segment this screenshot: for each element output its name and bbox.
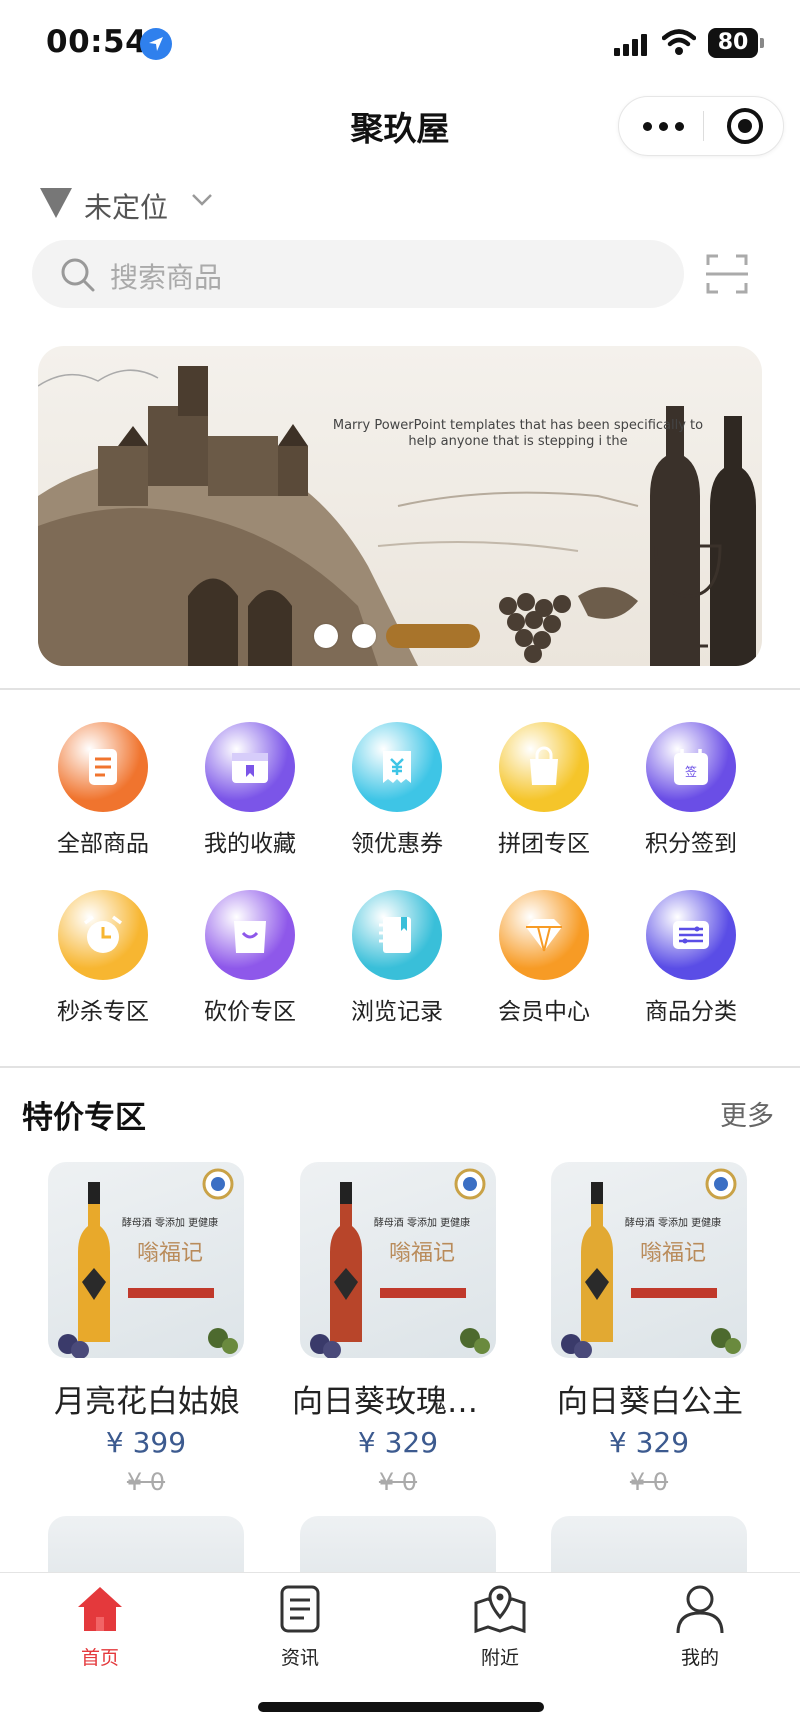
battery-icon: 80 (708, 28, 764, 58)
product-brand-text: 嗡福记 (640, 1241, 706, 1266)
user-icon (676, 1585, 724, 1634)
more-icon[interactable] (633, 97, 699, 155)
diamond-icon (499, 890, 589, 980)
close-mini-program-icon[interactable] (727, 108, 763, 144)
status-bar: 00:54 80 (0, 0, 800, 88)
product-card-peek[interactable] (551, 1516, 747, 1576)
section-divider (0, 1066, 800, 1068)
list-icon (58, 722, 148, 812)
home-icon (78, 1587, 122, 1631)
tab-nearby[interactable]: 附近 (400, 1583, 600, 1673)
sign-in-calendar-icon: 签 (646, 722, 736, 812)
grid-item-6[interactable]: 秒杀专区 (30, 890, 176, 1040)
scan-icon[interactable] (706, 252, 748, 296)
location-arrow-icon (140, 28, 172, 60)
product-slogan-text: 酵母酒 零添加 更健康 (122, 1216, 218, 1229)
product-image[interactable]: 嗡福记 酵母酒 零添加 更健康 (48, 1162, 244, 1358)
product-original-price: ¥ 0 (126, 1468, 166, 1496)
grid-label: 秒杀专区 (57, 999, 149, 1025)
section-divider (0, 688, 800, 690)
grid-label: 领优惠券 (351, 831, 443, 857)
grid-label: 浏览记录 (351, 999, 443, 1025)
grid-item-4[interactable]: 拼团专区 (471, 722, 617, 872)
nav-bar: 聚玖屋 (0, 88, 800, 160)
grid-label: 拼团专区 (498, 831, 590, 857)
product-slogan-text: 酵母酒 零添加 更健康 (625, 1216, 721, 1229)
news-icon (280, 1585, 320, 1633)
grid-item-8[interactable]: 浏览记录 (324, 890, 470, 1040)
grid-label: 商品分类 (645, 999, 737, 1025)
product-original-price: ¥ 0 (629, 1468, 669, 1496)
location-text: 未定位 (84, 191, 169, 224)
search-icon (60, 257, 96, 297)
grid-label: 会员中心 (498, 999, 590, 1025)
mini-program-capsule (618, 96, 784, 156)
product-brand-text: 嗡福记 (389, 1241, 455, 1266)
grid-item-9[interactable]: 会员中心 (471, 890, 617, 1040)
map-pin-icon (474, 1585, 526, 1634)
product-slogan-text: 酵母酒 零添加 更健康 (374, 1216, 470, 1229)
product-card-peek[interactable] (300, 1516, 496, 1576)
home-indicator (258, 1702, 544, 1712)
product-name[interactable]: 向日葵白公主 (543, 1376, 757, 1421)
grid-item-7[interactable]: 砍价专区 (177, 890, 323, 1040)
location-pin-icon (40, 188, 72, 218)
grid-label: 我的收藏 (204, 831, 296, 857)
search-placeholder: 搜索商品 (110, 261, 223, 294)
chevron-down-icon (190, 188, 214, 218)
category-icon (646, 890, 736, 980)
tab-label: 我的 (680, 1647, 719, 1669)
banner-dot[interactable] (314, 624, 338, 648)
status-time: 00:54 (46, 24, 148, 60)
capsule-divider (703, 111, 704, 141)
tab-label: 附近 (480, 1647, 519, 1669)
product-name[interactable]: 月亮花白姑娘 (40, 1376, 254, 1421)
signal-icon (614, 32, 650, 56)
tab-profile[interactable]: 我的 (600, 1583, 800, 1673)
grid-item-1[interactable]: 全部商品 (30, 722, 176, 872)
search-input[interactable]: 搜索商品 (32, 240, 684, 308)
product-brand-text: 嗡福记 (137, 1241, 203, 1266)
product-price: ¥ 329 (357, 1426, 439, 1459)
tab-home[interactable]: 首页 (0, 1583, 200, 1673)
banner-caption: Marry PowerPoint templates that has been… (332, 418, 704, 449)
more-link[interactable]: 更多 (720, 1094, 774, 1133)
favorite-box-icon (205, 722, 295, 812)
tab-label: 资讯 (280, 1647, 319, 1669)
product-image[interactable]: 嗡福记 酵母酒 零添加 更健康 (300, 1162, 496, 1358)
svg-text:签: 签 (685, 764, 697, 779)
grid-item-3[interactable]: 领优惠券 (324, 722, 470, 872)
grid-item-10[interactable]: 商品分类 (618, 890, 764, 1040)
product-card-peek[interactable] (48, 1516, 244, 1576)
product-image[interactable]: 嗡福记 酵母酒 零添加 更健康 (551, 1162, 747, 1358)
product-price: ¥ 399 (105, 1426, 187, 1459)
product-name[interactable]: 向日葵玫瑰葡萄酒 (292, 1376, 506, 1421)
banner-illustration (38, 366, 756, 666)
grid-label: 积分签到 (645, 831, 737, 857)
shopping-bag-icon (499, 722, 589, 812)
promo-banner[interactable]: Marry PowerPoint templates that has been… (38, 346, 762, 666)
grid-label: 砍价专区 (204, 999, 296, 1025)
grid-item-2[interactable]: 我的收藏 (177, 722, 323, 872)
tab-label: 首页 (80, 1647, 119, 1669)
tab-news[interactable]: 资讯 (200, 1583, 400, 1673)
notebook-icon (352, 890, 442, 980)
product-price: ¥ 329 (608, 1426, 690, 1459)
grid-label: 全部商品 (57, 831, 149, 857)
banner-dot-active[interactable] (386, 624, 480, 648)
section-title: 特价专区 (22, 1100, 146, 1136)
grid-item-5[interactable]: 签积分签到 (618, 722, 764, 872)
banner-dot[interactable] (352, 624, 376, 648)
coupon-icon (352, 722, 442, 812)
bargain-bag-icon (205, 890, 295, 980)
product-original-price: ¥ 0 (378, 1468, 418, 1496)
alarm-clock-icon (58, 890, 148, 980)
wifi-icon (661, 28, 697, 60)
